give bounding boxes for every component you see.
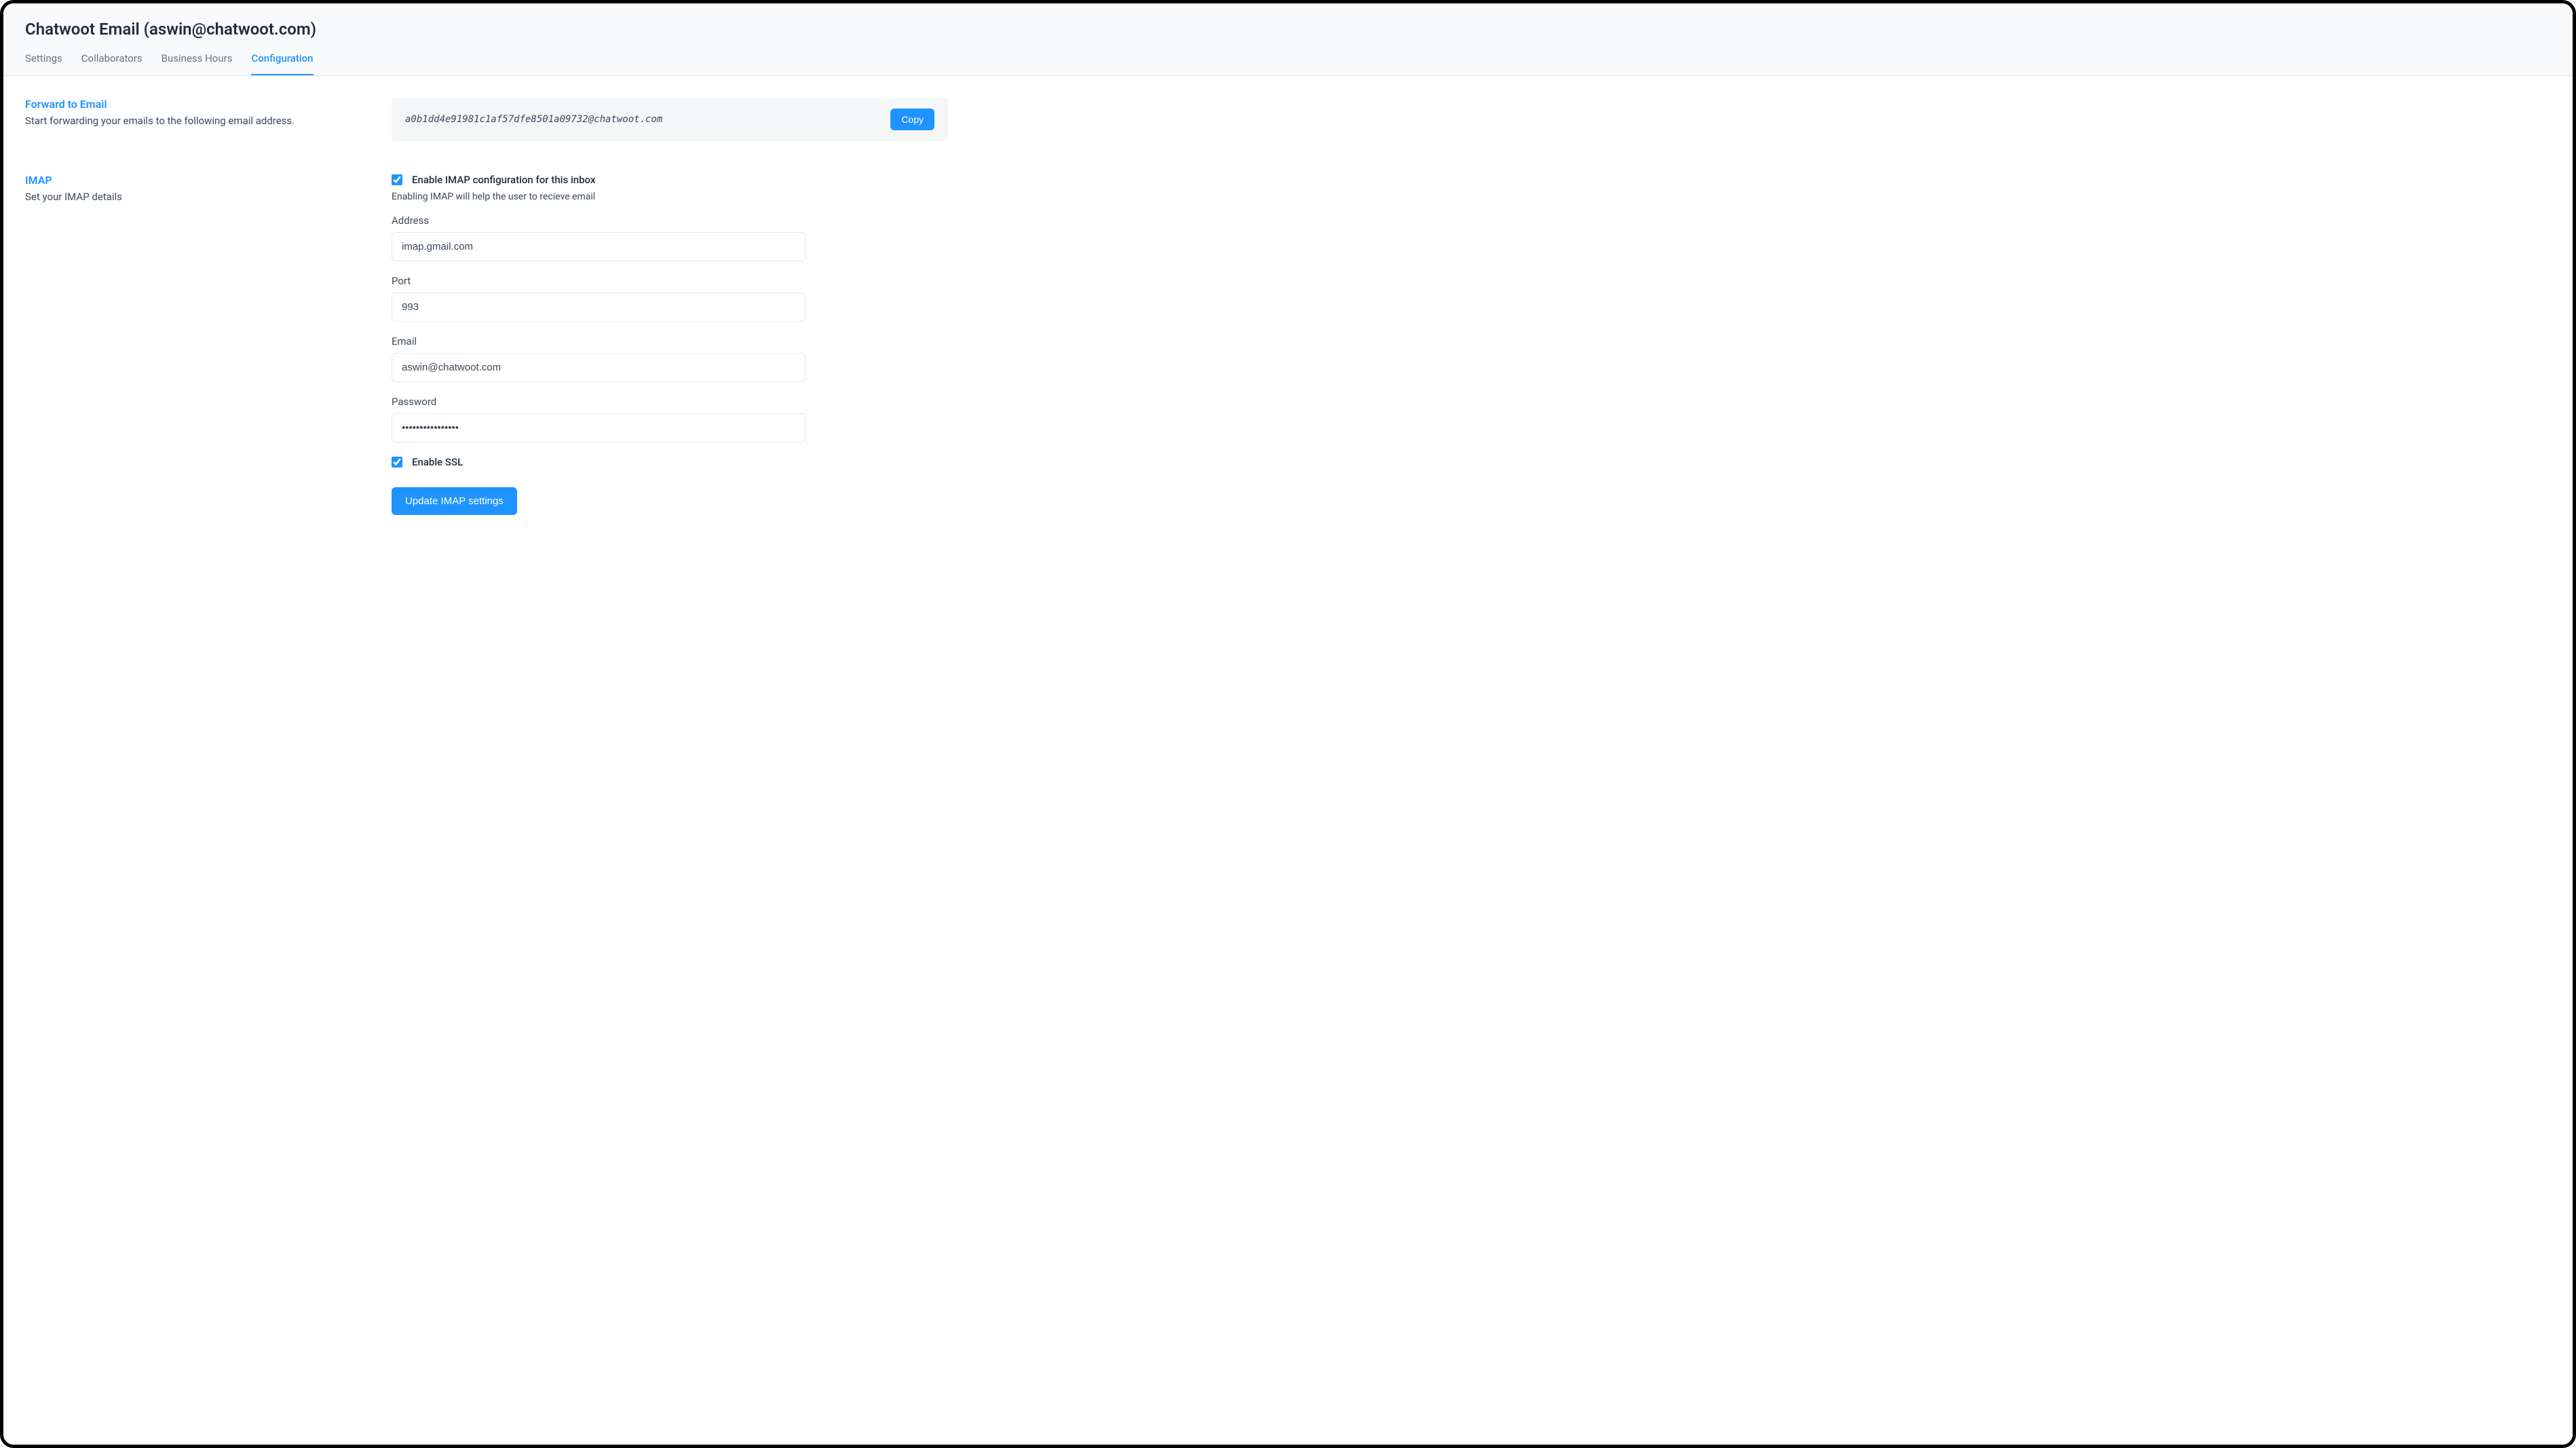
enable-ssl-label: Enable SSL [412,456,463,468]
imap-section-title: IMAP [25,174,364,187]
forward-section-desc: Start forwarding your emails to the foll… [25,115,364,127]
tab-configuration[interactable]: Configuration [251,52,313,75]
copy-button[interactable]: Copy [890,109,934,130]
tab-settings[interactable]: Settings [25,52,62,75]
enable-imap-hint: Enabling IMAP will help the user to reci… [392,191,948,202]
password-input[interactable] [392,413,806,442]
enable-imap-label: Enable IMAP configuration for this inbox [412,174,595,186]
password-label: Password [392,396,806,408]
enable-ssl-checkbox[interactable] [392,457,402,468]
forward-email-address: a0b1dd4e91981c1af57dfe8501a09732@chatwoo… [405,114,662,125]
address-label: Address [392,214,806,227]
imap-section-desc: Set your IMAP details [25,191,364,203]
page-title: Chatwoot Email (aswin@chatwoot.com) [25,20,2551,39]
email-label: Email [392,335,806,347]
forward-section-title: Forward to Email [25,98,364,111]
email-input[interactable] [392,353,806,382]
port-label: Port [392,275,806,287]
port-input[interactable] [392,292,806,322]
tabs: Settings Collaborators Business Hours Co… [25,52,2551,75]
update-imap-button[interactable]: Update IMAP settings [392,487,517,515]
forward-email-box: a0b1dd4e91981c1af57dfe8501a09732@chatwoo… [392,98,948,141]
enable-imap-checkbox[interactable] [392,174,402,185]
tab-collaborators[interactable]: Collaborators [81,52,143,75]
tab-business-hours[interactable]: Business Hours [162,52,233,75]
address-input[interactable] [392,232,806,261]
